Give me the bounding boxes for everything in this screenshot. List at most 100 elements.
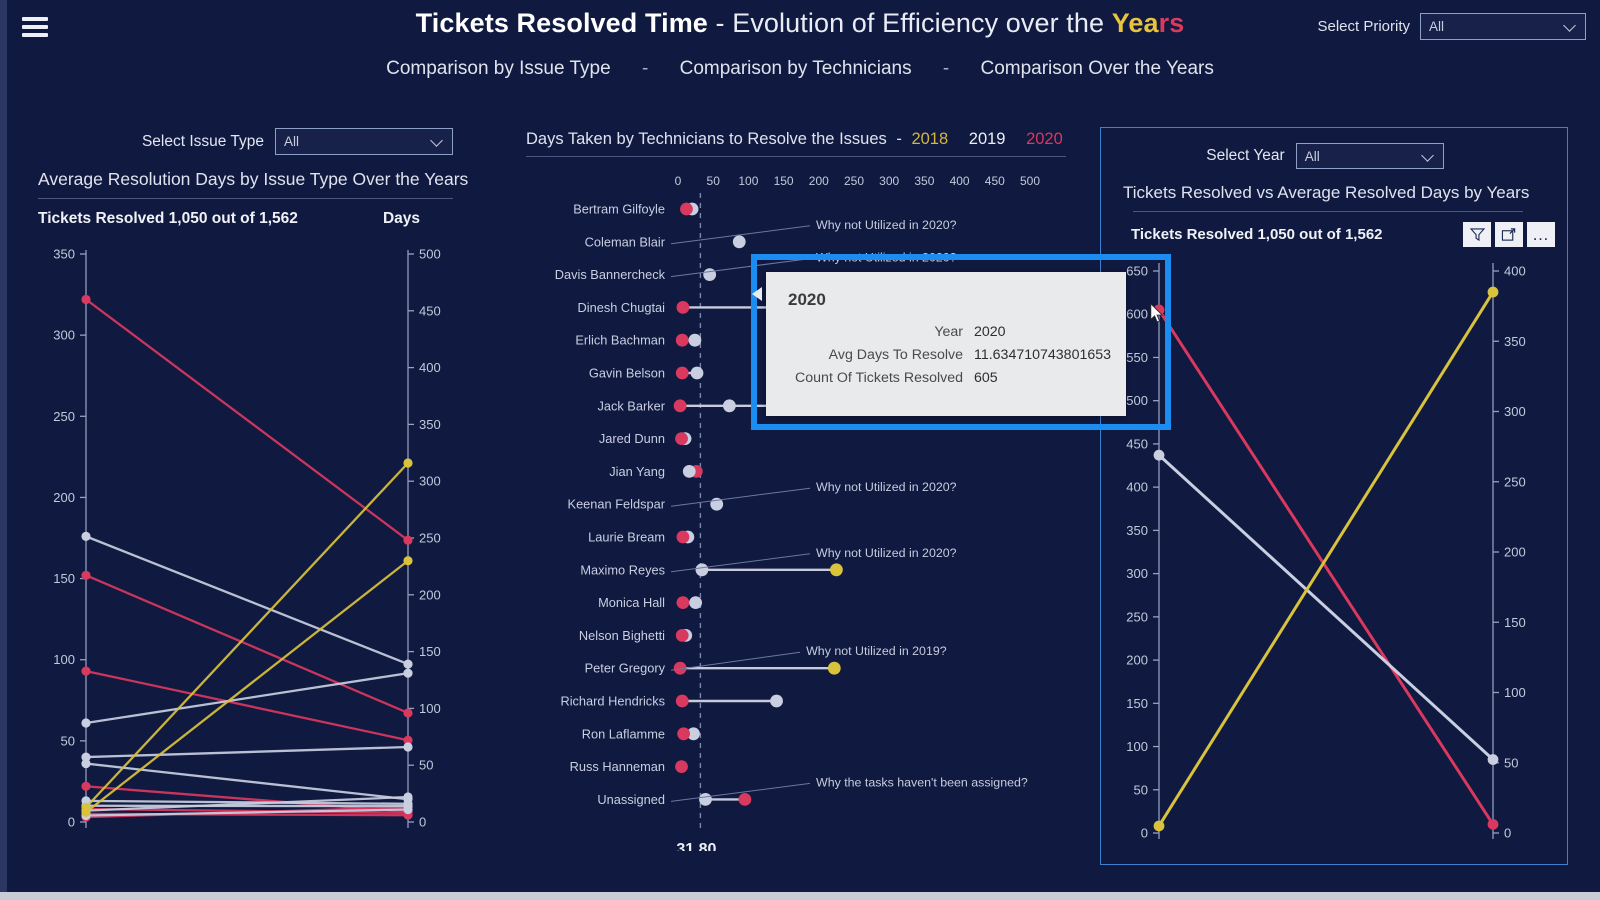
svg-text:Davis Bannercheck: Davis Bannercheck [555,267,666,282]
middle-chart-title-row: Days Taken by Technicians to Resolve the… [510,130,1095,149]
svg-text:400: 400 [1126,480,1148,495]
select-priority-dropdown[interactable]: All [1420,13,1586,40]
priority-filter-label: Select Priority [1317,18,1410,35]
legend-2018[interactable]: 2018 [911,130,948,148]
year-filter-label: Select Year [1206,147,1285,164]
middle-title-dash: - [896,130,902,148]
svg-text:150: 150 [774,174,794,188]
right-tickets-resolved-kpi: Tickets Resolved 1,050 out of 1,562 [1131,226,1383,243]
page-title-rest: Evolution of Efficiency over the [732,8,1112,38]
nav-comparison-over-the-years[interactable]: Comparison Over the Years [980,58,1213,79]
svg-text:Gavin Belson: Gavin Belson [589,366,665,381]
page-title-bold: Tickets Resolved Time [415,8,708,38]
svg-text:200: 200 [809,174,829,188]
svg-text:Dinesh Chugtai: Dinesh Chugtai [578,300,666,315]
tooltip-value-avg-days: 11.634710743801653 [974,347,1112,363]
svg-text:350: 350 [53,247,75,262]
svg-text:150: 150 [1504,615,1526,630]
svg-text:350: 350 [1126,523,1148,538]
left-days-axis-label: Days [382,210,420,227]
svg-text:250: 250 [844,174,864,188]
svg-text:400: 400 [950,174,970,188]
mouse-cursor [1150,303,1164,323]
svg-text:450: 450 [985,174,1005,188]
select-priority-value: All [1429,19,1445,34]
issue-type-filter-label: Select Issue Type [141,132,264,150]
svg-text:100: 100 [419,701,441,716]
svg-text:250: 250 [1504,474,1526,489]
svg-text:200: 200 [1126,653,1148,668]
left-heading-divider [38,198,453,199]
svg-text:350: 350 [419,417,441,432]
right-heading-divider [1133,211,1523,212]
svg-text:Why not Utilized in 2020?: Why not Utilized in 2020? [816,546,957,560]
svg-text:Unassigned: Unassigned [597,792,665,807]
svg-text:Laurie Bream: Laurie Bream [588,530,665,545]
svg-text:Why not Utilized in 2020?: Why not Utilized in 2020? [816,218,957,232]
filter-icon[interactable] [1463,222,1491,247]
legend-2020[interactable]: 2020 [1026,130,1063,148]
svg-text:150: 150 [419,644,441,659]
tooltip: 2020 Year 2020 Avg Days To Resolve 11.63… [766,272,1126,416]
svg-text:Erlich Bachman: Erlich Bachman [575,333,665,348]
chevron-down-icon [1422,150,1435,163]
right-panel: Select Year All Tickets Resolved vs Aver… [1100,127,1568,865]
svg-text:Maximo Reyes: Maximo Reyes [580,562,665,577]
page-title-accent-red: rs [1158,8,1185,38]
chevron-down-icon [1564,20,1577,33]
svg-text:450: 450 [419,303,441,318]
svg-text:Monica Hall: Monica Hall [598,595,665,610]
svg-text:Jian Yang: Jian Yang [609,464,665,479]
svg-text:50: 50 [1504,755,1518,770]
svg-text:200: 200 [53,490,75,505]
svg-text:Nelson Bighetti: Nelson Bighetti [579,628,665,643]
left-parallel-chart[interactable]: 0 50 100 150 200 250 300 350 0 50 100 150 200 250 300 3… [20,236,475,861]
select-issue-type-dropdown[interactable]: All [275,128,453,155]
left-accent-rail [0,0,7,900]
svg-text:Coleman Blair: Coleman Blair [585,234,666,249]
tooltip-value-count: 605 [974,370,998,386]
year-filter-group: Select Year All [1101,143,1567,169]
left-chart-svg: 0 50 100 150 200 250 300 350 0 50 100 150 200 250 300 3… [53,247,441,830]
svg-text:Russ Hanneman: Russ Hanneman [570,759,665,774]
tooltip-rows: Year 2020 Avg Days To Resolve 11.6347107… [766,324,1118,393]
nav-comparison-by-issue-type[interactable]: Comparison by Issue Type [386,58,611,79]
visual-header-icons: … [1463,222,1555,247]
tooltip-key-count: Count Of Tickets Resolved [795,370,963,386]
select-issue-type-value: All [284,134,300,149]
svg-text:250: 250 [1126,609,1148,624]
tooltip-value-year: 2020 [974,324,1006,340]
svg-text:500: 500 [1020,174,1040,188]
svg-text:Bertram Gilfoyle: Bertram Gilfoyle [573,202,665,217]
svg-text:Jared Dunn: Jared Dunn [599,431,665,446]
nav-comparison-by-technicians[interactable]: Comparison by Technicians [680,58,912,79]
svg-text:100: 100 [738,174,758,188]
middle-chart-title: Days Taken by Technicians to Resolve the… [526,130,887,148]
svg-text:100: 100 [53,652,75,667]
svg-text:150: 150 [1126,696,1148,711]
more-options-icon[interactable]: … [1527,222,1555,247]
tooltip-row: Avg Days To Resolve 11.634710743801653 [766,347,1118,363]
middle-title-divider [526,156,1066,157]
focus-mode-icon[interactable] [1495,222,1523,247]
svg-text:50: 50 [61,733,75,748]
legend-2019[interactable]: 2019 [969,130,1006,148]
svg-text:250: 250 [419,531,441,546]
chevron-down-icon [431,135,444,148]
svg-text:100: 100 [1126,739,1148,754]
svg-text:350: 350 [1504,334,1526,349]
svg-text:Keenan Feldspar: Keenan Feldspar [568,497,666,512]
svg-text:50: 50 [419,758,433,773]
svg-text:300: 300 [53,328,75,343]
svg-text:Peter Gregory: Peter Gregory [585,661,666,676]
tooltip-key-avg-days: Avg Days To Resolve [828,347,963,363]
svg-text:Why not Utilized in 2019?: Why not Utilized in 2019? [806,644,947,658]
right-chart-heading: Tickets Resolved vs Average Resolved Day… [1123,183,1530,202]
svg-text:400: 400 [419,360,441,375]
svg-text:50: 50 [707,174,721,188]
select-year-dropdown[interactable]: All [1295,143,1444,169]
svg-text:0: 0 [675,174,682,188]
svg-text:Ron Laflamme: Ron Laflamme [582,726,665,741]
svg-text:31.80: 31.80 [676,841,716,851]
svg-text:200: 200 [419,587,441,602]
